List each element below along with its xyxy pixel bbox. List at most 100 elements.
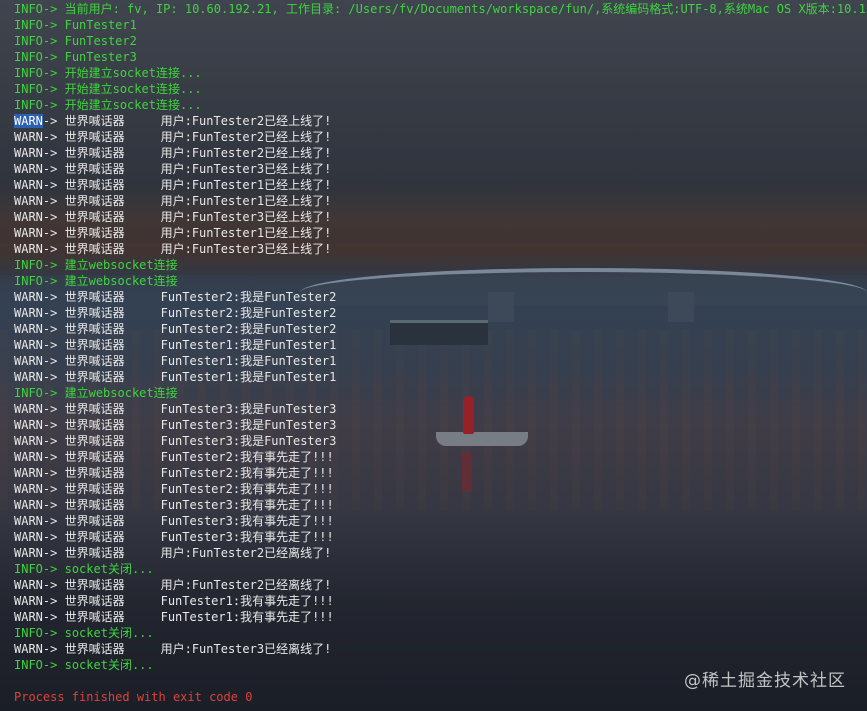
log-source: 世界喊话器	[64, 610, 125, 624]
log-level-separator: ->	[42, 370, 65, 384]
log-line[interactable]: INFO-> socket关闭...	[14, 625, 867, 641]
log-message: FunTester2:我是FunTester2	[160, 306, 337, 320]
log-line[interactable]: WARN-> 世界喊话器 用户:FunTester2已经上线了!	[14, 145, 867, 161]
log-level-separator: ->	[42, 386, 65, 400]
log-line[interactable]: WARN-> 世界喊话器 FunTester2:我是FunTester2	[14, 289, 867, 305]
log-level: INFO	[14, 386, 43, 400]
log-level-separator: ->	[42, 98, 65, 112]
log-message: FunTester3:我有事先走了!!!	[160, 498, 334, 512]
log-line[interactable]: WARN-> 世界喊话器 FunTester3:我有事先走了!!!	[14, 513, 867, 529]
log-source: 世界喊话器	[64, 498, 125, 512]
log-line[interactable]: WARN-> 世界喊话器 FunTester2:我是FunTester2	[14, 305, 867, 321]
log-level-separator: ->	[42, 578, 65, 592]
log-level: WARN	[14, 114, 43, 128]
log-line[interactable]: INFO-> 开始建立socket连接...	[14, 97, 867, 113]
log-source: 世界喊话器	[64, 242, 125, 256]
log-level: WARN	[14, 514, 43, 528]
log-level-separator: ->	[42, 450, 65, 464]
log-line[interactable]: WARN-> 世界喊话器 FunTester3:我是FunTester3	[14, 433, 867, 449]
log-line[interactable]: INFO-> FunTester3	[14, 49, 867, 65]
log-message: FunTester3:我是FunTester3	[160, 418, 337, 432]
log-message: 建立websocket连接	[64, 386, 178, 400]
log-source: 世界喊话器	[64, 450, 125, 464]
log-line[interactable]: WARN-> 世界喊话器 FunTester1:我是FunTester1	[14, 353, 867, 369]
log-message: 当前用户: fv, IP: 10.60.192.21, 工作目录: /Users…	[64, 2, 867, 16]
log-line[interactable]: WARN-> 世界喊话器 FunTester3:我是FunTester3	[14, 417, 867, 433]
log-source: 世界喊话器	[64, 322, 125, 336]
log-level: INFO	[14, 626, 43, 640]
log-line[interactable]: WARN-> 世界喊话器 FunTester2:我有事先走了!!!	[14, 449, 867, 465]
log-level-separator: ->	[42, 242, 65, 256]
log-level-separator: ->	[42, 562, 65, 576]
log-line[interactable]: INFO-> 开始建立socket连接...	[14, 81, 867, 97]
log-line[interactable]: INFO-> 建立websocket连接	[14, 385, 867, 401]
log-line[interactable]: WARN-> 世界喊话器 FunTester2:我有事先走了!!!	[14, 465, 867, 481]
log-line[interactable]: WARN-> 世界喊话器 用户:FunTester1已经上线了!	[14, 225, 867, 241]
log-message: 用户:FunTester3已经上线了!	[160, 210, 332, 224]
log-level: WARN	[14, 130, 43, 144]
log-level: WARN	[14, 466, 43, 480]
log-source: 世界喊话器	[64, 642, 125, 656]
log-level-separator: ->	[42, 338, 65, 352]
log-line[interactable]: WARN-> 世界喊话器 用户:FunTester3已经离线了!	[14, 641, 867, 657]
log-level: WARN	[14, 146, 43, 160]
log-message: FunTester2:我是FunTester2	[160, 290, 337, 304]
log-message: FunTester3:我有事先走了!!!	[160, 530, 334, 544]
log-line[interactable]: INFO-> 当前用户: fv, IP: 10.60.192.21, 工作目录:…	[14, 1, 867, 17]
log-line[interactable]: WARN-> 世界喊话器 FunTester3:我有事先走了!!!	[14, 497, 867, 513]
log-level: WARN	[14, 338, 43, 352]
log-message: 用户:FunTester1已经上线了!	[160, 194, 332, 208]
log-line[interactable]: WARN-> 世界喊话器 FunTester1:我有事先走了!!!	[14, 593, 867, 609]
log-message: 用户:FunTester1已经上线了!	[160, 226, 332, 240]
log-message: FunTester3	[64, 50, 137, 64]
log-level-separator: ->	[42, 610, 65, 624]
log-level: WARN	[14, 610, 43, 624]
log-source: 世界喊话器	[64, 290, 125, 304]
log-line[interactable]: WARN-> 世界喊话器 FunTester1:我有事先走了!!!	[14, 609, 867, 625]
log-level-separator: ->	[42, 402, 65, 416]
log-line[interactable]: WARN-> 世界喊话器 FunTester3:我有事先走了!!!	[14, 529, 867, 545]
log-level-separator: ->	[42, 210, 65, 224]
log-level-separator: ->	[42, 18, 65, 32]
log-level: INFO	[14, 562, 43, 576]
log-line[interactable]: WARN-> 世界喊话器 用户:FunTester2已经离线了!	[14, 545, 867, 561]
log-source: 世界喊话器	[64, 482, 125, 496]
log-level: INFO	[14, 98, 43, 112]
log-line[interactable]: WARN-> 世界喊话器 用户:FunTester1已经上线了!	[14, 177, 867, 193]
log-source: 世界喊话器	[64, 226, 125, 240]
log-level-separator: ->	[42, 594, 65, 608]
log-level: WARN	[14, 578, 43, 592]
log-line[interactable]: WARN-> 世界喊话器 用户:FunTester3已经上线了!	[14, 161, 867, 177]
log-line[interactable]: WARN-> 世界喊话器 FunTester3:我是FunTester3	[14, 401, 867, 417]
log-level-separator: ->	[42, 130, 65, 144]
log-line[interactable]: WARN-> 世界喊话器 FunTester2:我是FunTester2	[14, 321, 867, 337]
log-line[interactable]: WARN-> 世界喊话器 用户:FunTester2已经上线了!	[14, 129, 867, 145]
log-message: FunTester1	[64, 18, 137, 32]
log-source: 世界喊话器	[64, 306, 125, 320]
log-level: WARN	[14, 418, 43, 432]
log-source: 世界喊话器	[64, 162, 125, 176]
log-source: 世界喊话器	[64, 370, 125, 384]
log-level: WARN	[14, 290, 43, 304]
log-line[interactable]: WARN-> 世界喊话器 用户:FunTester2已经上线了!	[14, 113, 867, 129]
log-line[interactable]: WARN-> 世界喊话器 用户:FunTester3已经上线了!	[14, 241, 867, 257]
log-line[interactable]: WARN-> 世界喊话器 FunTester1:我是FunTester1	[14, 369, 867, 385]
log-level: WARN	[14, 210, 43, 224]
log-level-separator: ->	[42, 274, 65, 288]
log-line[interactable]: WARN-> 世界喊话器 FunTester2:我有事先走了!!!	[14, 481, 867, 497]
log-level-separator: ->	[42, 434, 65, 448]
log-level-separator: ->	[42, 290, 65, 304]
log-line[interactable]: WARN-> 世界喊话器 用户:FunTester3已经上线了!	[14, 209, 867, 225]
log-line[interactable]: INFO-> 建立websocket连接	[14, 257, 867, 273]
log-message: FunTester1:我有事先走了!!!	[160, 610, 334, 624]
log-line[interactable]: INFO-> 建立websocket连接	[14, 273, 867, 289]
log-line[interactable]: INFO-> FunTester1	[14, 17, 867, 33]
log-line[interactable]: WARN-> 世界喊话器 FunTester1:我是FunTester1	[14, 337, 867, 353]
log-line[interactable]: WARN-> 世界喊话器 用户:FunTester2已经离线了!	[14, 577, 867, 593]
log-line[interactable]: INFO-> FunTester2	[14, 33, 867, 49]
log-line[interactable]: WARN-> 世界喊话器 用户:FunTester1已经上线了!	[14, 193, 867, 209]
log-line[interactable]: INFO-> socket关闭...	[14, 561, 867, 577]
log-source: 世界喊话器	[64, 210, 125, 224]
log-line[interactable]: INFO-> 开始建立socket连接...	[14, 65, 867, 81]
log-lines[interactable]: INFO-> 当前用户: fv, IP: 10.60.192.21, 工作目录:…	[14, 1, 867, 673]
